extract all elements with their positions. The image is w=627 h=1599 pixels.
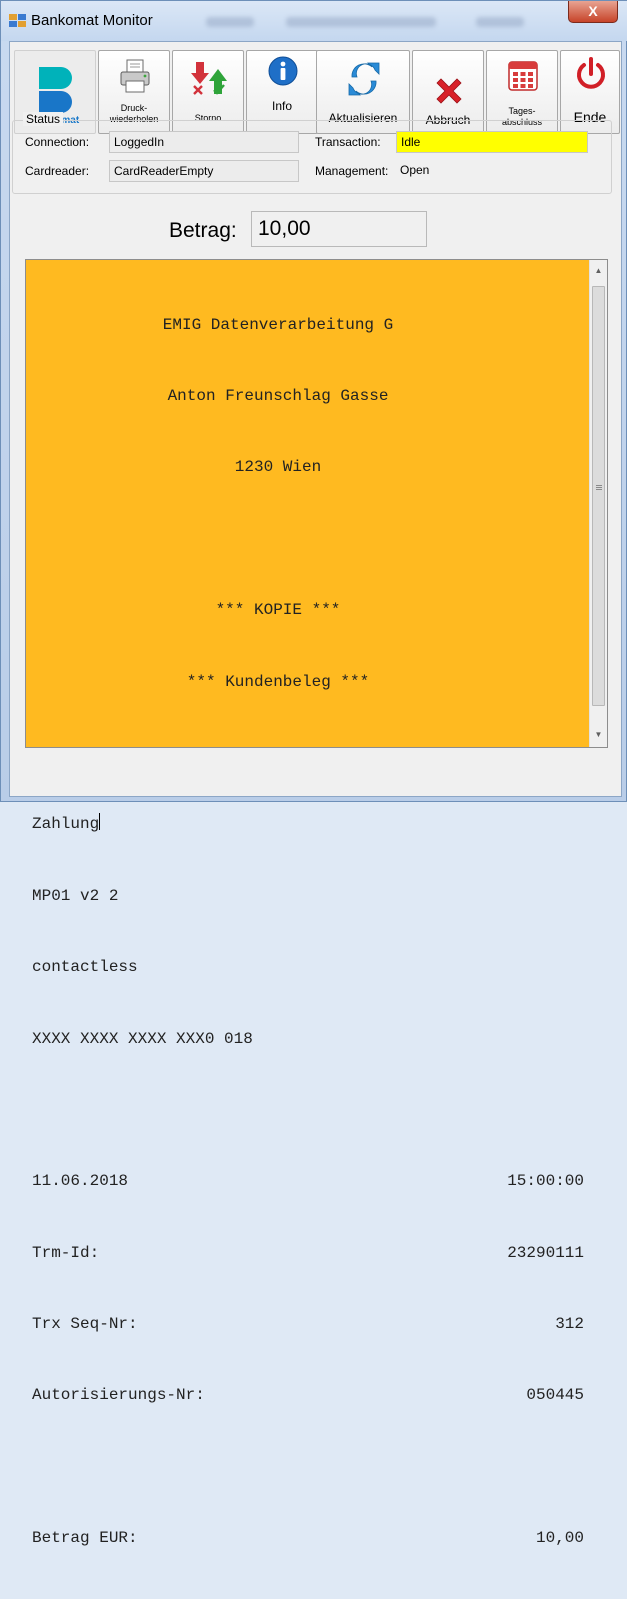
scrollbar-grip-icon [596,485,602,486]
storno-arrows-icon [191,62,227,95]
receipt-card-number: XXXX XXXX XXXX XXX0 018 [32,1029,253,1048]
receipt-amount-row: Betrag EUR: 10,00 [32,1527,584,1551]
receipt-amount-label: Betrag EUR: [32,1529,138,1548]
receipt-textbox[interactable]: EMIG Datenverarbeitung G Anton Freunschl… [25,259,608,1548]
management-field: Open [396,160,588,182]
vertical-scrollbar[interactable]: ▲ ▼ [589,260,607,747]
reprint-label-line1: Druck- [120,103,148,113]
bankomat-logo-icon [39,67,72,113]
status-legend: Status [23,112,64,126]
amount-label: Betrag: [169,219,237,242]
receipt-text[interactable]: EMIG Datenverarbeitung G Anton Freunschl… [32,266,584,1548]
transaction-label: Transaction: [315,135,381,149]
daily-closing-label-line1: Tages- [508,106,536,116]
receipt-amount-value: 10,00 [535,1529,584,1548]
scroll-down-arrow-icon[interactable]: ▼ [590,726,607,743]
receipt-copy-marker: *** KOPIE *** [215,601,341,620]
cardreader-field: CardReaderEmpty [109,160,299,182]
auth-label: Autorisierungs-Nr: [32,1386,205,1405]
calendar-icon [508,61,538,91]
cardreader-label: Cardreader: [25,164,90,178]
info-label: Info [271,99,292,113]
connection-label: Connection: [25,135,90,149]
window-title: Bankomat Monitor [31,12,153,29]
app-window: Bankomat Monitor X Bankomat [0,0,627,1548]
blurred-taskbar-item [206,17,254,27]
receipt-header-line: 1230 Wien [234,458,322,477]
receipt-customer-slip: *** Kundenbeleg *** [186,672,370,691]
cancel-x-icon [436,78,462,104]
title-bar[interactable]: Bankomat Monitor X [1,1,627,41]
app-icon [9,14,26,27]
text-caret [99,813,101,831]
connection-field: LoggedIn [109,131,299,153]
receipt-header-line: EMIG Datenverarbeitung G [162,315,394,334]
scroll-up-arrow-icon[interactable]: ▲ [590,262,607,279]
power-icon [577,57,605,89]
receipt-auth-row: Autorisierungs-Nr: 050445 [32,1384,584,1408]
blurred-taskbar-item [476,17,524,27]
terminal-id-label: Trm-Id: [32,1243,100,1262]
receipt-header-line: Anton Freunschlag Gasse [167,386,389,405]
scrollbar-thumb[interactable] [592,286,605,706]
receipt-line: contactless [32,958,138,977]
seq-label: Trx Seq-Nr: [32,1315,138,1334]
auth-value: 050445 [526,1386,584,1405]
close-button[interactable]: X [568,1,618,23]
seq-value: 312 [555,1315,584,1334]
status-groupbox: Status Connection: LoggedIn Cardreader: … [12,112,612,194]
blurred-taskbar-item [286,17,436,27]
refresh-icon [348,62,380,96]
client-area: Bankomat Druck- wiederholen [9,41,622,1548]
terminal-id-value: 23290111 [507,1243,584,1262]
amount-field: 10,00 [251,211,427,247]
receipt-time: 15:00:00 [507,1172,584,1191]
receipt-payment-text: Zahlung [32,815,100,834]
receipt-terminal-row: Trm-Id: 23290111 [32,1242,584,1266]
receipt-line: MP01 v2 2 [32,886,119,905]
management-label: Management: [315,164,389,178]
receipt-datetime-row: 11.06.2018 15:00:00 [32,1170,584,1194]
receipt-date: 11.06.2018 [32,1172,129,1191]
receipt-payment-line: Zahlung [32,813,584,837]
transaction-field: Idle [396,131,588,153]
printer-icon [120,59,150,93]
info-icon [268,56,298,86]
receipt-seq-row: Trx Seq-Nr: 312 [32,1313,584,1337]
